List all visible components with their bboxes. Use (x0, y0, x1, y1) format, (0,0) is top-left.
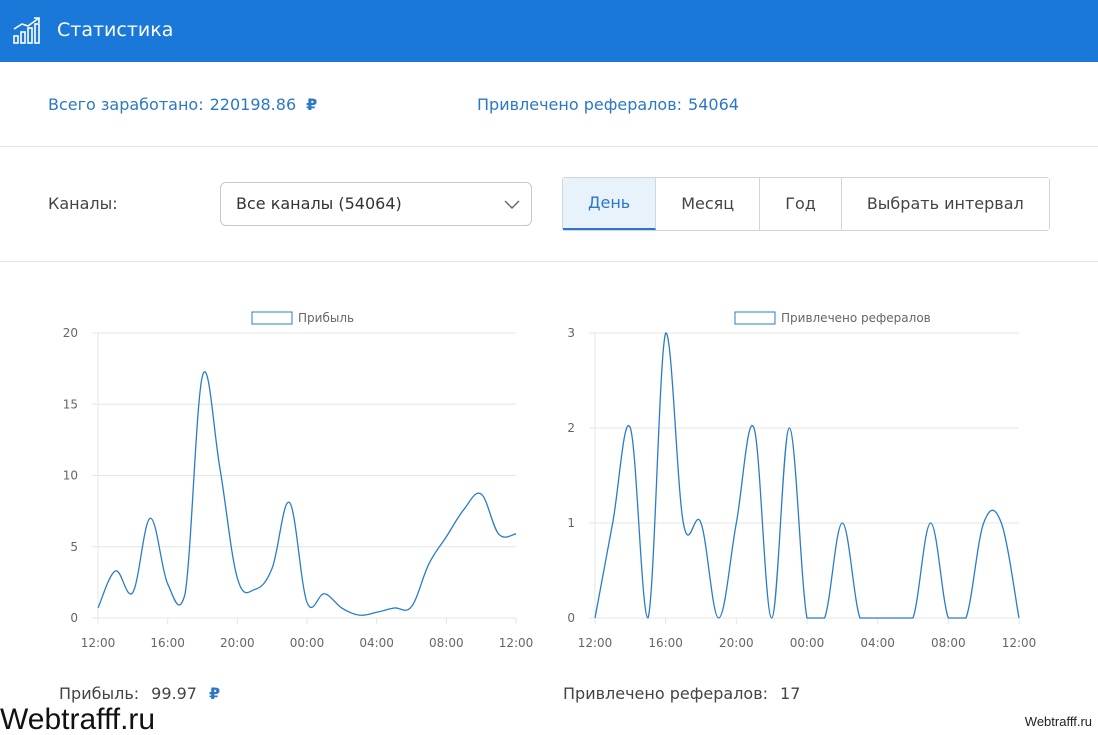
x-tick-label: 00:00 (790, 636, 825, 650)
watermark-right: Webtrafff.ru (1024, 714, 1092, 729)
referrals-chart-svg: Привлечено рефералов 0 1 2 3 12:00 16:00 20:00 0… (567, 311, 1037, 650)
referrals-chart: Привлечено рефералов 0 1 2 3 12:00 16:00 20:00 0… (555, 300, 1040, 660)
referrals-summary-value: 17 (780, 684, 801, 703)
period-switcher: День Месяц Год Выбрать интервал (562, 177, 1050, 231)
profit-summary-label: Прибыль: (59, 684, 140, 703)
legend-label: Прибыль (298, 311, 354, 325)
legend-label: Привлечено рефералов (781, 311, 931, 325)
total-referrals-label: Привлечено рефералов: (477, 95, 683, 114)
profit-summary-value: 99.97 (151, 684, 197, 703)
page-title: Статистика (57, 19, 174, 41)
x-tick-label: 20:00 (719, 636, 754, 650)
series-line (97, 371, 517, 616)
total-earned-label: Всего заработано: (48, 95, 204, 114)
watermark-left: Webtrafff.ru (0, 703, 156, 735)
x-tick-label: 04:00 (359, 636, 394, 650)
total-earned-value: 220198.86 (209, 95, 297, 114)
chevron-down-icon (504, 200, 520, 209)
x-tick-label: 04:00 (860, 636, 895, 650)
y-tick-label: 5 (70, 540, 78, 554)
filters-bar: Каналы: Все каналы (54064) День Месяц Го… (0, 147, 1098, 262)
top-bar: Статистика (0, 0, 1098, 62)
period-year-button[interactable]: Год (760, 178, 842, 230)
x-tick-label: 16:00 (150, 636, 185, 650)
y-tick-label: 0 (567, 611, 575, 625)
x-tick-label: 16:00 (648, 636, 683, 650)
y-tick-label: 10 (63, 469, 78, 483)
channels-select[interactable]: Все каналы (54064) (220, 182, 532, 226)
total-referrals: Привлечено рефералов: 54064 (477, 94, 739, 116)
legend-swatch (251, 311, 293, 325)
x-tick-label: 12:00 (1002, 636, 1037, 650)
channels-select-value: Все каналы (54064) (236, 194, 402, 213)
x-tick-label: 12:00 (81, 636, 116, 650)
period-interval-button[interactable]: Выбрать интервал (841, 178, 1049, 230)
period-month-button[interactable]: Месяц (656, 178, 761, 230)
y-tick-label: 20 (63, 326, 78, 340)
referrals-summary: Привлечено рефералов: 17 (563, 683, 800, 705)
stats-chart-icon (13, 17, 40, 44)
x-tick-label: 20:00 (220, 636, 255, 650)
period-day-button[interactable]: День (563, 178, 657, 230)
x-tick-label: 00:00 (290, 636, 325, 650)
profit-chart: Прибыль 0 5 10 15 20 12:00 16:00 20:00 00:00 04:00… (55, 300, 540, 660)
x-tick-label: 08:00 (931, 636, 966, 650)
total-earned: Всего заработано: 220198.86 ₽ (48, 94, 317, 116)
channels-label: Каналы: (48, 194, 118, 213)
totals-panel: Всего заработано: 220198.86 ₽ Привлечено р… (0, 62, 1098, 147)
y-tick-label: 0 (70, 611, 78, 625)
x-tick-label: 12:00 (499, 636, 534, 650)
ruble-icon: ₽ (306, 95, 318, 114)
y-tick-label: 2 (567, 421, 575, 435)
series-line (594, 332, 1020, 619)
y-tick-label: 1 (567, 516, 575, 530)
legend-swatch (734, 311, 776, 325)
x-tick-label: 08:00 (429, 636, 464, 650)
x-tick-label: 12:00 (578, 636, 613, 650)
ruble-icon: ₽ (208, 684, 221, 703)
profit-chart-svg: Прибыль 0 5 10 15 20 12:00 16:00 20:00 00:00 04:00… (63, 311, 534, 650)
referrals-summary-label: Привлечено рефералов: (563, 684, 769, 703)
y-tick-label: 3 (567, 326, 575, 340)
y-tick-label: 15 (63, 397, 78, 411)
total-referrals-value: 54064 (688, 95, 739, 114)
